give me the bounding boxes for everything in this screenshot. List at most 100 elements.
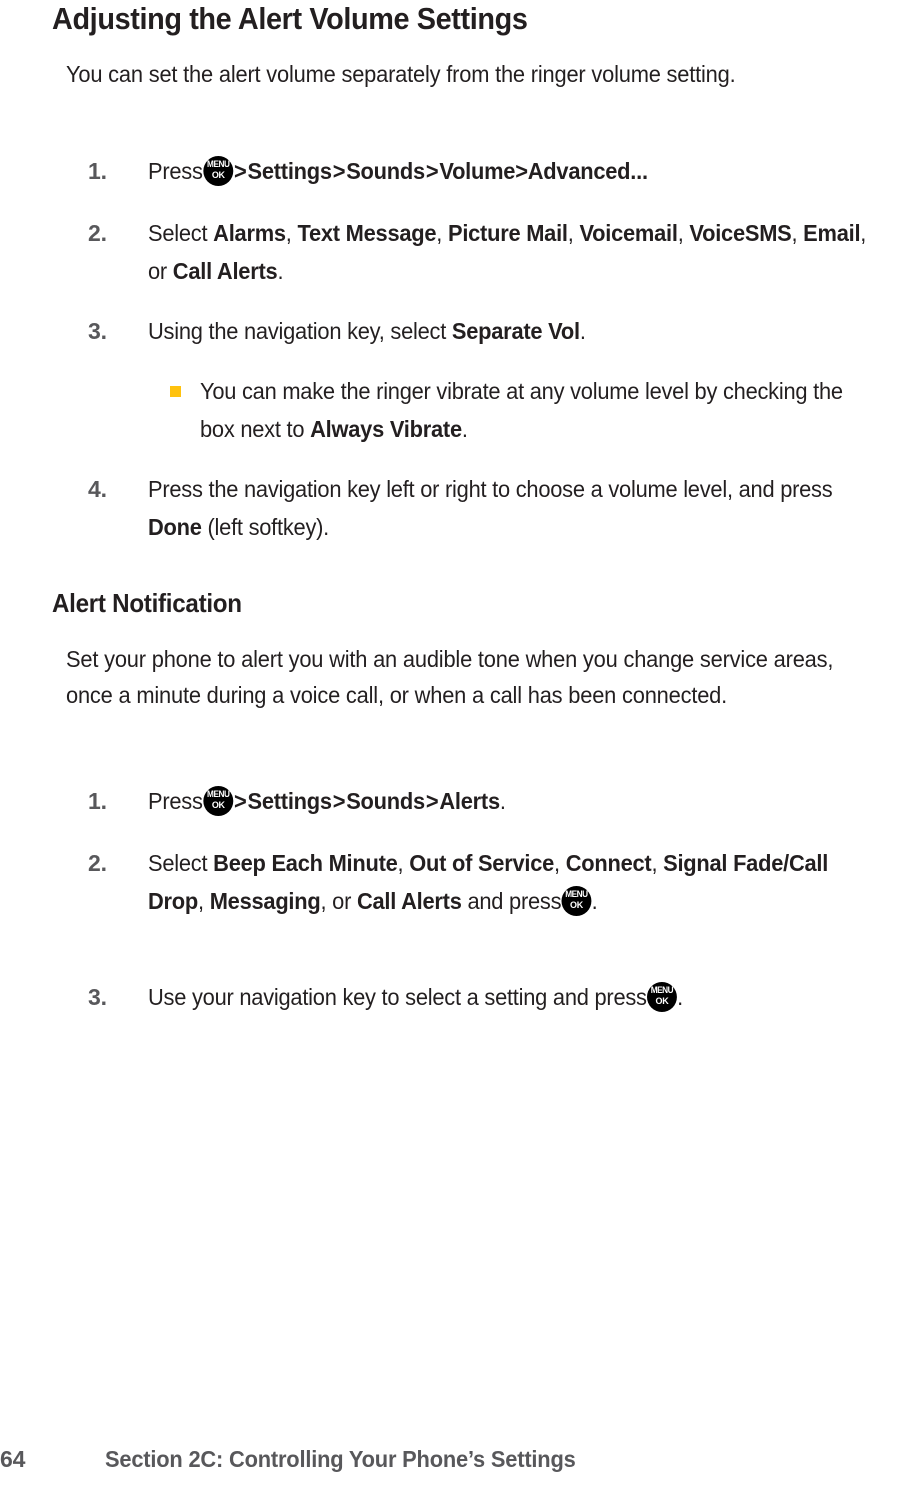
menu-key-bottom-label: OK [211, 800, 225, 810]
path-separator: > [234, 158, 247, 184]
path-separator: > [515, 158, 528, 184]
punct: , [285, 220, 292, 246]
path-segment: Settings [247, 788, 332, 814]
option: Done [148, 514, 202, 540]
section1-step-3: 3. Using the navigation key, select Sepa… [0, 312, 904, 350]
path-segment: Volume [439, 158, 516, 184]
list-number: 4. [88, 476, 107, 502]
section1-step-4: 4. Press the navigation key left or righ… [0, 470, 904, 540]
section2-step-2: 2. Select Beep Each Minute, Out of Servi… [0, 844, 904, 916]
list-text: Press the navigation key left or right t… [148, 470, 870, 546]
step-lead: Using the navigation key, select [148, 318, 447, 344]
section1-sub-bullet: You can make the ringer vibrate at any v… [0, 372, 904, 442]
menu-ok-key-icon: MENU OK [646, 982, 677, 1012]
list-item: 1. Press MENU OK >Settings>Sounds>Volume>Ad… [0, 152, 904, 190]
path-segment: Alerts [439, 788, 500, 814]
list-number: 2. [88, 850, 107, 876]
list-number: 1. [88, 158, 107, 184]
option: Email [803, 220, 861, 246]
menu-key-top-label: MENU [206, 789, 230, 799]
section2-intro: Set your phone to alert you with an audi… [66, 646, 834, 708]
footer-page-number: 64 [0, 1446, 26, 1472]
menu-key-top-label: MENU [650, 985, 674, 995]
punct: . [461, 416, 468, 442]
path-separator: > [332, 158, 346, 184]
bullet-square-icon [170, 386, 181, 397]
menu-key-bottom-label: OK [655, 996, 669, 1006]
step-lead: Press [148, 788, 203, 814]
section2-step-1: 1. Press MENU OK >Settings>Sounds>Alerts. [0, 782, 904, 820]
menu-key-bottom-label: OK [211, 170, 225, 180]
menu-ok-key-icon: MENU OK [202, 156, 233, 186]
option: Text Message [297, 220, 437, 246]
section1-step-2: 2. Select Alarms, Text Message, Picture … [0, 214, 904, 284]
list-item: You can make the ringer vibrate at any v… [0, 372, 904, 442]
punct: . [591, 888, 598, 914]
menu-ok-key-icon: MENU OK [561, 886, 592, 916]
punct: , [397, 850, 404, 876]
section2-step-3: 3. Use your navigation key to select a s… [0, 978, 904, 1016]
punct: , [567, 220, 574, 246]
list-item: 3. Use your navigation key to select a s… [0, 978, 904, 1016]
path-separator: > [425, 788, 439, 814]
sub-lead: You can make the ringer vibrate at any v… [200, 378, 843, 442]
list-number: 1. [88, 788, 107, 814]
menu-key-bottom-label: OK [570, 900, 583, 910]
punct: , [651, 850, 658, 876]
step-tail: (left softkey). [207, 514, 330, 540]
punct: , [677, 220, 684, 246]
option: Messaging [209, 888, 321, 914]
punct: . [579, 318, 586, 344]
page-title: Adjusting the Alert Volume Settings [52, 1, 528, 36]
step-lead: Select [148, 850, 208, 876]
option: Beep Each Minute [213, 850, 398, 876]
list-item: 2. Select Alarms, Text Message, Picture … [0, 214, 904, 284]
list-text: Press MENU OK >Settings>Sounds>Alerts. [148, 782, 870, 820]
option: Voicemail [579, 220, 678, 246]
path-separator: > [234, 788, 247, 814]
menu-key-top-label: MENU [565, 889, 588, 899]
punct: . [277, 258, 284, 284]
path-segment: Sounds [346, 788, 425, 814]
list-item: 1. Press MENU OK >Settings>Sounds>Alerts. [0, 782, 904, 820]
list-item: 2. Select Beep Each Minute, Out of Servi… [0, 844, 904, 916]
list-number: 3. [88, 984, 107, 1010]
option: VoiceSMS [689, 220, 792, 246]
option: Picture Mail [447, 220, 568, 246]
punct: , [791, 220, 798, 246]
option: Separate Vol [451, 318, 580, 344]
step-lead: Press the navigation key left or right t… [148, 476, 833, 502]
step-lead: Use your navigation key to select a sett… [148, 984, 647, 1010]
punct: , [554, 850, 560, 876]
list-item: 3. Using the navigation key, select Sepa… [0, 312, 904, 350]
conjunction: , or [320, 888, 352, 914]
punct: , [198, 888, 204, 914]
option: Out of Service [409, 850, 555, 876]
punct: . [677, 984, 683, 1010]
step-lead: Press [148, 158, 203, 184]
punct: . [499, 788, 506, 814]
step-lead: Select [148, 220, 208, 246]
list-item: 4. Press the navigation key left or righ… [0, 470, 904, 540]
list-number: 3. [88, 318, 107, 344]
section1-step-1: 1. Press MENU OK >Settings>Sounds>Volume>Ad… [0, 152, 904, 190]
path-separator: > [425, 158, 439, 184]
punct: , [436, 220, 443, 246]
manual-page: Adjusting the Alert Volume Settings You … [0, 0, 904, 1486]
path-segment: Advanced... [527, 158, 648, 184]
option: Always Vibrate [310, 416, 462, 442]
option: Connect [565, 850, 652, 876]
sub-bullet-text: You can make the ringer vibrate at any v… [200, 372, 875, 448]
option: Alarms [213, 220, 286, 246]
page-footer: 64 Section 2C: Controlling Your Phone’s … [0, 1443, 904, 1477]
section1-intro: You can set the alert volume separately … [66, 61, 736, 87]
menu-ok-key-icon: MENU OK [202, 786, 233, 816]
list-text: Select Alarms, Text Message, Picture Mai… [148, 214, 870, 290]
list-text: Use your navigation key to select a sett… [148, 978, 870, 1016]
path-segment: Sounds [346, 158, 425, 184]
path-separator: > [332, 788, 346, 814]
menu-key-top-label: MENU [206, 159, 230, 169]
option: Call Alerts [356, 888, 462, 914]
option: Call Alerts [172, 258, 278, 284]
list-text: Using the navigation key, select Separat… [148, 312, 870, 350]
